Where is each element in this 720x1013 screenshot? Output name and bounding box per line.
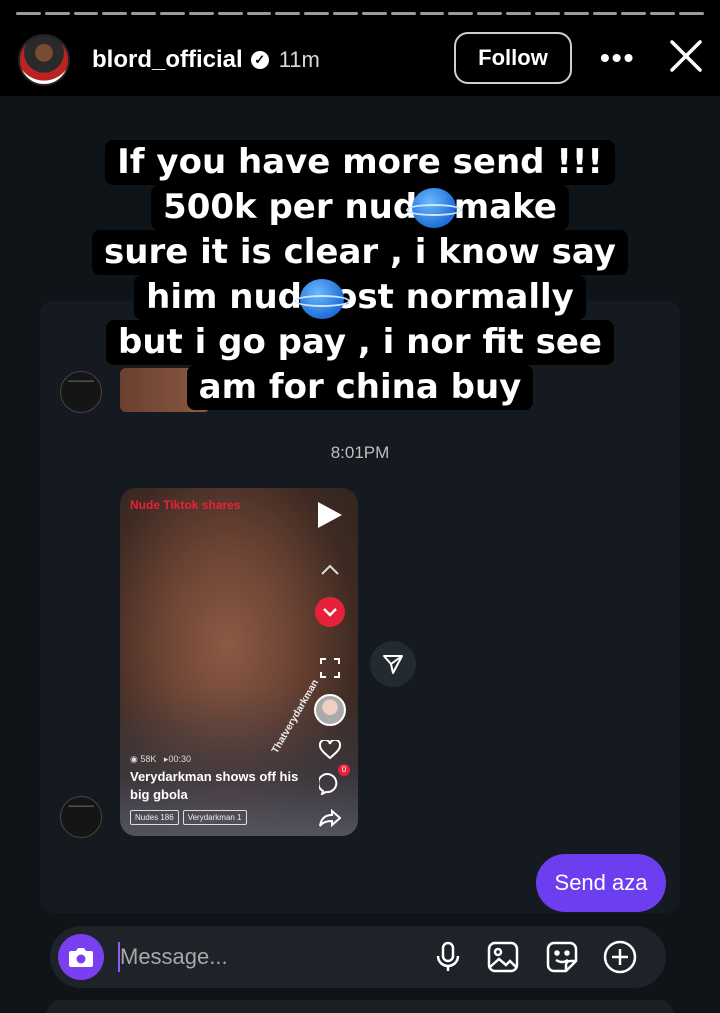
caption-line: am for china buy [0,365,720,410]
add-icon[interactable] [602,939,638,975]
microphone-icon[interactable] [430,939,466,975]
progress-segment [131,12,157,15]
caption-line: If you have more send !!! [0,140,720,185]
story-progress-bar [16,12,704,15]
username[interactable]: blord_official [92,46,243,74]
story-reply-bar[interactable] [46,1000,674,1013]
views-icon: ◉ [130,754,138,764]
reel-views: 58K [140,754,157,764]
progress-segment [419,12,445,15]
creator-face [314,694,346,726]
play-icon[interactable] [312,498,346,532]
post-time: 11m [278,47,320,72]
progress-segment [448,12,474,15]
reel-chip[interactable]: Nudes 186 [130,810,179,825]
message-timestamp: 8:01PM [330,443,390,462]
chevron-up-icon[interactable] [312,552,348,588]
progress-segment [650,12,676,15]
caption-line: sure it is clear , i know say [0,230,720,275]
progress-segment [246,12,272,15]
caption-text: sure it is clear , i know say [92,230,628,275]
verified-badge-icon: ✓ [250,51,269,69]
send-icon [383,655,403,674]
story-header: blord_official ✓ 11m Follow ••• [0,30,720,90]
sender-avatar: ▪▪▪▪▪▪▪▪▪▪▪▪▪▪▪▪▪▪▪▪▪▪▪▪ [60,796,102,838]
progress-segment [188,12,214,15]
close-icon[interactable] [666,36,706,76]
reel-share-icon[interactable] [312,800,348,836]
reel-chip[interactable]: Verydarkman 1 [182,810,247,825]
sent-message-bubble: Send aza [536,854,666,912]
caption-text: am for china buy [186,365,534,410]
planet-emoji-icon [406,188,462,228]
comment-count: 0 [338,764,350,776]
reel-tag: Nude Tiktok shares [130,498,241,512]
sticker-icon[interactable] [544,939,580,975]
shared-reel[interactable]: Nude Tiktok shares 0 ◉ 58K ▸00:30 Thatve… [120,488,358,836]
progress-segment [304,12,330,15]
progress-segment [333,12,358,15]
reel-chips: Nudes 186 Verydarkman 1 [130,810,247,825]
chevron-down-icon [315,597,345,627]
progress-segment [563,12,589,15]
progress-segment [160,12,185,15]
reel-stats: ◉ 58K ▸00:30 [130,754,191,765]
follow-button[interactable]: Follow [454,32,572,84]
camera-button[interactable] [58,934,104,980]
comment-icon[interactable]: 0 [312,764,350,802]
chevron-down-button[interactable] [312,594,348,630]
progress-segment [679,12,704,15]
caption-text: 500k per nud , make [151,185,569,230]
reel-duration: 00:30 [168,754,191,764]
caption-line: him nud cost normally [0,275,720,320]
progress-segment [390,12,416,15]
progress-segment [506,12,531,15]
share-button[interactable] [370,641,416,687]
progress-segment [534,12,560,15]
more-options-icon[interactable]: ••• [600,42,635,74]
caption-line: 500k per nud , make [0,185,720,230]
caption-text: him nud cost normally [134,275,586,320]
progress-segment [16,12,41,15]
planet-emoji-icon [294,279,350,319]
reel-title: Verydarkman shows off his big gbola [130,769,299,802]
progress-segment [621,12,647,15]
camera-icon [69,948,93,967]
gallery-icon[interactable] [485,939,521,975]
progress-segment [102,12,128,15]
message-composer [50,926,666,988]
progress-segment [217,12,243,15]
caption-line: but i go pay , i nor fit see [0,320,720,365]
message-input[interactable] [120,936,420,978]
progress-segment [275,12,301,15]
progress-segment [73,12,99,15]
profile-avatar[interactable] [18,34,70,86]
caption-text: If you have more send !!! [105,140,615,185]
caption-text: but i go pay , i nor fit see [106,320,614,365]
progress-segment [477,12,503,15]
progress-segment [44,12,70,15]
progress-segment [592,12,618,15]
heart-icon[interactable] [312,732,348,768]
progress-segment [361,12,387,15]
creator-avatar[interactable] [312,692,348,728]
